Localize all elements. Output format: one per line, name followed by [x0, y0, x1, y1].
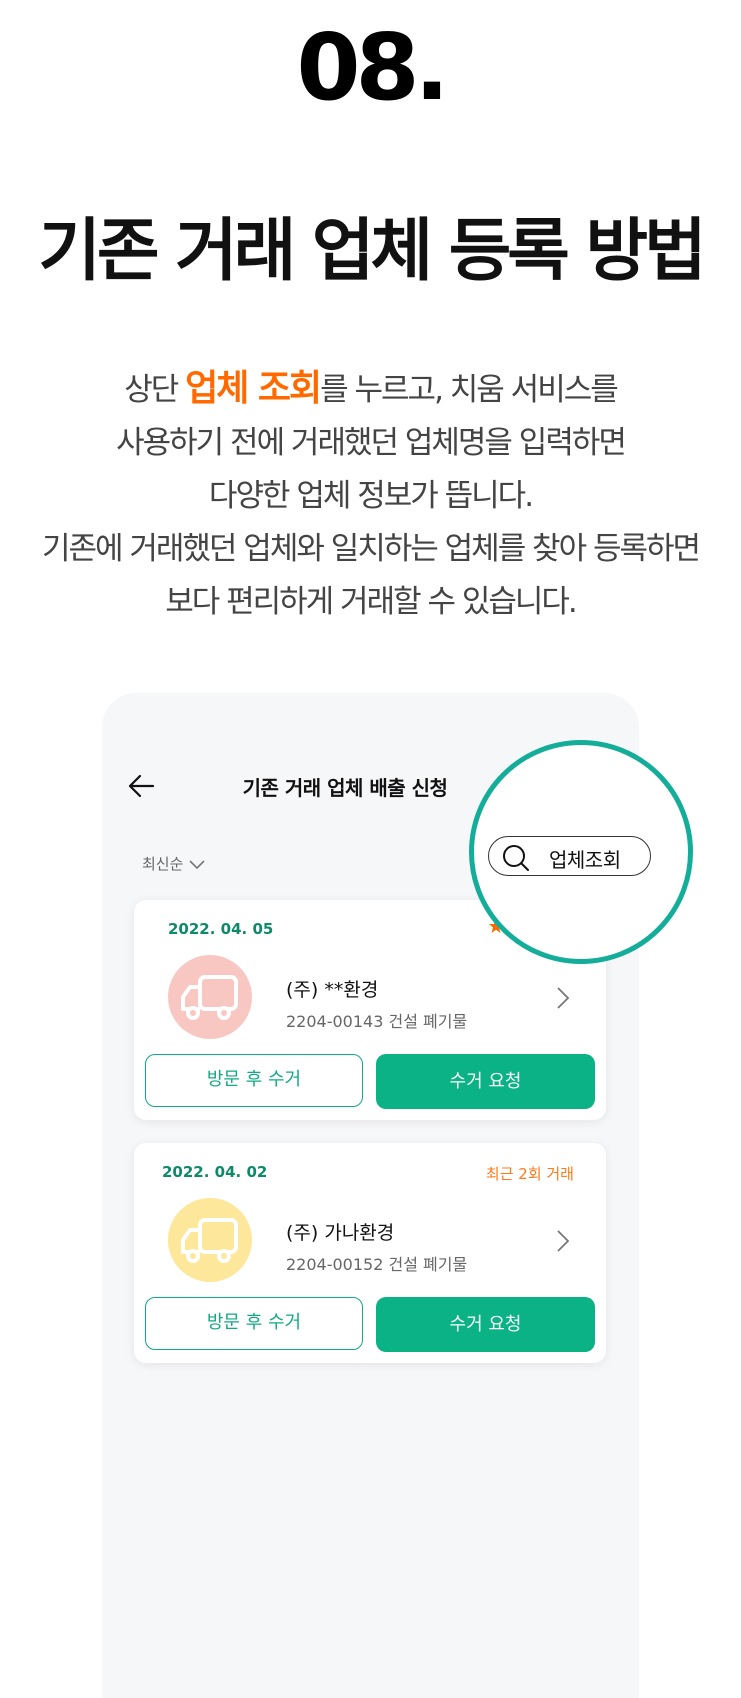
page-heading: 기존 거래 업체 등록 방법 [38, 212, 706, 291]
card-date: 2022. 04. 05 [168, 920, 274, 938]
truck-icon [181, 1218, 238, 1263]
chevron-right-icon[interactable] [556, 1229, 570, 1253]
description-line-1: 상단 업체 조회를 누르고, 치움 서비스를 [0, 362, 741, 417]
sort-label: 최신순 [142, 855, 184, 873]
company-info: 2204-00143 건설 폐기물 [286, 1012, 468, 1031]
search-label: 업체조회 [549, 848, 621, 872]
description-line-5: 보다 편리하게 거래할 수 있습니다. [165, 584, 578, 620]
description-text: 를 누르고, 치움 서비스를 [320, 372, 619, 408]
chevron-down-icon [189, 859, 205, 869]
sort-dropdown[interactable]: 최신순 [142, 853, 205, 874]
visit-collect-button[interactable]: 방문 후 수거 [145, 1297, 363, 1350]
description-line-2: 사용하기 전에 거래했던 업체명을 입력하면 [116, 425, 627, 461]
company-search-button[interactable]: 업체조회 [488, 836, 651, 876]
company-card[interactable]: 2022. 04. 02 최근 2회 거래 (주) 가나환경 2204-0015… [134, 1143, 606, 1363]
company-name: (주) **환경 [286, 979, 379, 1001]
arrow-left-icon[interactable] [127, 773, 155, 799]
truck-avatar [168, 955, 252, 1039]
company-info: 2204-00152 건설 폐기물 [286, 1255, 468, 1274]
description-line-3: 다양한 업체 정보가 뜹니다. [208, 478, 534, 514]
company-name: (주) 가나환경 [286, 1222, 395, 1244]
search-icon [503, 845, 529, 871]
chevron-right-icon[interactable] [556, 986, 570, 1010]
truck-avatar [168, 1198, 252, 1282]
collect-request-button[interactable]: 수거 요청 [376, 1054, 595, 1109]
recent-trade-badge: 최근 2회 거래 [485, 1165, 574, 1183]
description-line-4: 기존에 거래했던 업체와 일치하는 업체를 찾아 등록하면 [41, 531, 701, 567]
truck-icon [181, 975, 238, 1020]
description-text: 상단 [124, 372, 186, 408]
step-number: 08. [296, 14, 450, 121]
description: 상단 업체 조회를 누르고, 치움 서비스를 사용하기 전에 거래했던 업체명을… [0, 362, 741, 629]
app-title: 기존 거래 업체 배출 신청 [242, 776, 448, 800]
magnifier-callout: 업체조회 [469, 740, 693, 964]
highlight-text: 업체 조회 [185, 368, 322, 409]
collect-request-button[interactable]: 수거 요청 [376, 1297, 595, 1352]
card-date: 2022. 04. 02 [162, 1163, 268, 1181]
visit-collect-button[interactable]: 방문 후 수거 [145, 1054, 363, 1107]
